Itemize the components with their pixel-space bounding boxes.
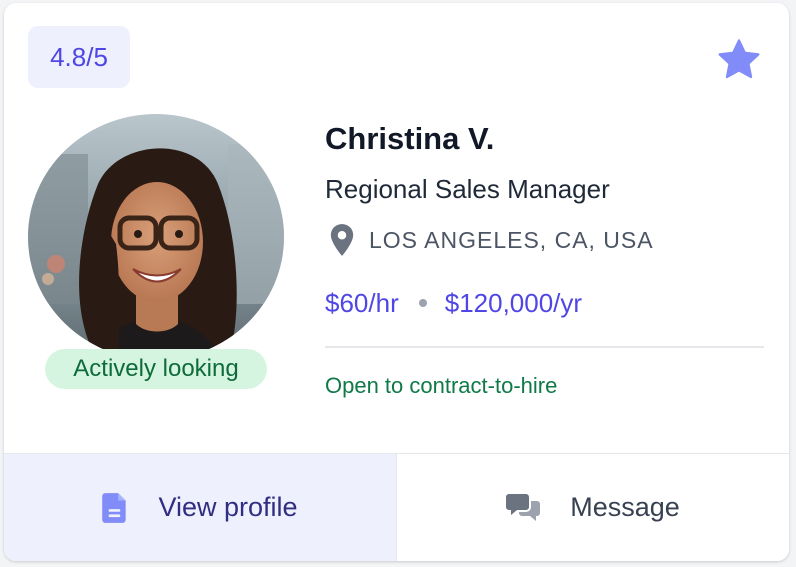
location: LOS ANGELES, CA, USA <box>329 221 654 259</box>
map-pin-icon <box>330 224 354 256</box>
favorite-button[interactable] <box>716 37 762 83</box>
candidate-name: Christina V. <box>325 121 495 156</box>
avatar <box>28 114 284 360</box>
chat-bubbles-icon <box>506 493 541 521</box>
candidate-title: Regional Sales Manager <box>325 174 610 204</box>
document-icon <box>102 492 127 523</box>
candidate-card: 4.8/5 Actively looking Christina V. Regi… <box>4 3 789 561</box>
location-text: LOS ANGELES, CA, USA <box>369 226 654 253</box>
contract-note: Open to contract-to-hire <box>325 373 558 398</box>
status-badge: Actively looking <box>45 349 267 389</box>
view-profile-button[interactable]: View profile <box>4 454 397 561</box>
view-profile-label: View profile <box>158 492 298 522</box>
message-button[interactable]: Message <box>397 454 789 561</box>
rates: $60/hr $120,000/yr <box>325 283 582 323</box>
rating-badge: 4.8/5 <box>28 26 130 88</box>
message-label: Message <box>570 492 680 522</box>
card-actions: View profile Message <box>4 453 789 561</box>
divider <box>325 346 764 348</box>
star-icon <box>718 39 760 79</box>
separator-dot <box>418 299 427 307</box>
annual-rate: $120,000/yr <box>444 287 583 318</box>
hourly-rate: $60/hr <box>325 287 399 318</box>
